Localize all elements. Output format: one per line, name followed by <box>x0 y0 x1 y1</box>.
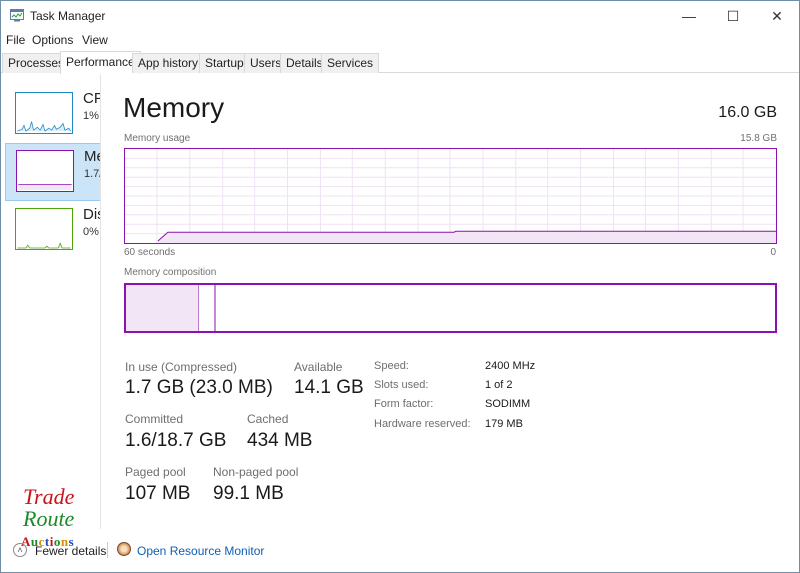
available-value: 14.1 GB <box>294 377 364 398</box>
task-manager-icon <box>10 9 24 22</box>
footer-divider <box>107 542 108 558</box>
performance-sidebar: CPU 1% Memory 1.7/16.0 GB (11%) Disk 0 (… <box>1 74 101 529</box>
memory-usage-area <box>157 231 776 243</box>
paged-pool-label: Paged pool <box>125 465 186 479</box>
memory-composition-bar <box>124 283 777 333</box>
close-icon: ✕ <box>771 7 783 24</box>
hardware-reserved-value: 179 MB <box>485 418 523 430</box>
sidebar-item-value: 0% <box>83 226 99 238</box>
composition-in-use <box>126 285 199 331</box>
minimize-button[interactable]: — <box>666 1 712 31</box>
tab-services[interactable]: Services <box>321 53 380 73</box>
tab-bar: Processes Performance App history Startu… <box>1 51 799 74</box>
form-factor-label: Form factor: <box>374 398 434 410</box>
slots-used-value: 1 of 2 <box>485 379 513 391</box>
memory-total: 16.0 GB <box>718 104 777 121</box>
hardware-reserved-label: Hardware reserved: <box>374 418 471 430</box>
available-label: Available <box>294 360 343 374</box>
cached-value: 434 MB <box>247 430 313 451</box>
paged-pool-value: 107 MB <box>125 483 191 504</box>
open-resource-monitor-link[interactable]: Open Resource Monitor <box>137 544 264 558</box>
non-paged-pool-value: 99.1 MB <box>213 483 284 504</box>
tab-startup[interactable]: Startup <box>199 53 250 73</box>
slots-used-label: Slots used: <box>374 379 429 391</box>
watermark-line-route: Route <box>23 506 75 531</box>
graph-time-label: 60 seconds <box>124 247 176 258</box>
committed-value: 1.6/18.7 GB <box>125 430 227 451</box>
sidebar-item-cpu[interactable]: CPU 1% <box>5 86 100 144</box>
sidebar-item-label: Memory <box>84 148 100 165</box>
composition-modified <box>199 285 215 331</box>
form-factor-value: SODIMM <box>485 398 531 410</box>
resource-monitor-icon[interactable] <box>117 542 131 556</box>
sidebar-item-disk[interactable]: Disk 0 (C:) 0% <box>5 202 100 260</box>
memory-usage-graph <box>124 148 777 244</box>
committed-label: Committed <box>125 412 184 426</box>
menu-view[interactable]: View <box>82 33 108 47</box>
task-manager-window: Task Manager — ☐ ✕ File Options View Pro… <box>0 0 800 573</box>
menu-options[interactable]: Options <box>32 33 73 47</box>
sidebar-item-memory[interactable]: Memory 1.7/16.0 GB (11%) <box>5 143 101 201</box>
non-paged-pool-label: Non-paged pool <box>213 465 299 479</box>
in-use-label: In use (Compressed) <box>125 360 238 374</box>
tab-app-history[interactable]: App history <box>132 53 205 73</box>
memory-usage-label: Memory usage <box>124 133 191 144</box>
page-title: Memory <box>123 92 225 123</box>
cached-label: Cached <box>247 412 289 426</box>
footer-bar: ˄ Fewer details Open Resource Monitor <box>1 529 799 573</box>
memory-graph-thumbnail <box>16 150 74 192</box>
sidebar-item-label: CPU <box>83 90 100 107</box>
close-button[interactable]: ✕ <box>754 1 800 31</box>
trade-route-auctions-watermark: Trade Route Auctions <box>17 484 97 564</box>
sidebar-item-label: Disk 0 (C:) <box>83 206 100 223</box>
window-title: Task Manager <box>30 9 106 23</box>
title-bar[interactable]: Task Manager — ☐ ✕ <box>1 1 799 31</box>
in-use-value: 1.7 GB (23.0 MB) <box>125 377 273 398</box>
graph-zero-label: 0 <box>770 247 776 258</box>
speed-label: Speed: <box>374 360 409 372</box>
memory-panel: Memory 16.0 GB Memory usage 15.8 GB 60 s… <box>101 74 799 529</box>
disk-graph-thumbnail <box>15 208 73 250</box>
memory-usage-max: 15.8 GB <box>740 133 777 144</box>
tab-performance[interactable]: Performance <box>60 51 141 74</box>
minimize-icon: — <box>682 8 696 24</box>
sidebar-item-value: 1% <box>83 110 99 122</box>
menu-bar: File Options View <box>1 31 799 51</box>
maximize-button[interactable]: ☐ <box>710 1 756 31</box>
speed-value: 2400 MHz <box>485 360 536 372</box>
graph-grid <box>125 149 776 243</box>
watermark-line-auctions: Auctions <box>21 534 75 549</box>
maximize-icon: ☐ <box>726 7 740 24</box>
memory-composition-label: Memory composition <box>124 267 217 278</box>
sidebar-item-value: 1.7/16.0 GB (11%) <box>84 168 101 180</box>
menu-file[interactable]: File <box>6 33 25 47</box>
cpu-graph-thumbnail <box>15 92 73 134</box>
